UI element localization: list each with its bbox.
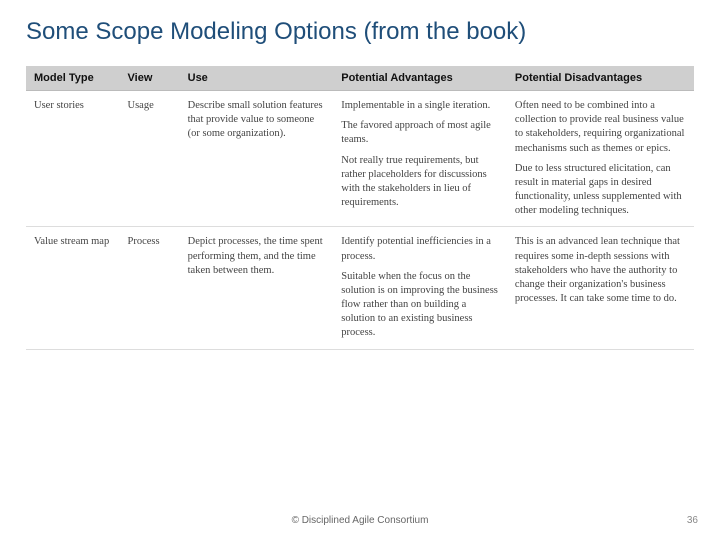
page-title: Some Scope Modeling Options (from the bo… — [26, 18, 694, 46]
page-number: 36 — [687, 515, 698, 526]
cell-text: Identify potential inefficiencies in a p… — [341, 235, 499, 263]
cell-text: The favored approach of most agile teams… — [341, 119, 499, 147]
cell-view: Process — [120, 227, 180, 349]
cell-disadvantages: Often need to be combined into a collect… — [507, 91, 694, 227]
cell-text: Often need to be combined into a collect… — [515, 99, 686, 156]
cell-text: Describe small solution features that pr… — [188, 99, 326, 142]
table-row: User stories Usage Describe small soluti… — [26, 91, 694, 227]
cell-advantages: Identify potential inefficiencies in a p… — [333, 227, 507, 349]
col-disadvantages: Potential Disadvantages — [507, 66, 694, 91]
col-model-type: Model Type — [26, 66, 120, 91]
col-view: View — [120, 66, 180, 91]
cell-advantages: Implementable in a single iteration. The… — [333, 91, 507, 227]
cell-text: Suitable when the focus on the solution … — [341, 270, 499, 341]
cell-model-type: Value stream map — [26, 227, 120, 349]
cell-text: Not really true requirements, but rather… — [341, 154, 499, 211]
table-row: Value stream map Process Depict processe… — [26, 227, 694, 349]
cell-use: Describe small solution features that pr… — [180, 91, 334, 227]
cell-model-type: User stories — [26, 91, 120, 227]
col-use: Use — [180, 66, 334, 91]
cell-text: Implementable in a single iteration. — [341, 99, 499, 113]
table-header-row: Model Type View Use Potential Advantages… — [26, 66, 694, 91]
slide: Some Scope Modeling Options (from the bo… — [0, 0, 720, 540]
cell-text: Due to less structured elicitation, can … — [515, 162, 686, 219]
scope-modeling-table: Model Type View Use Potential Advantages… — [26, 66, 694, 350]
cell-use: Depict processes, the time spent perform… — [180, 227, 334, 349]
cell-view: Usage — [120, 91, 180, 227]
cell-text: Depict processes, the time spent perform… — [188, 235, 326, 278]
footer-copyright: © Disciplined Agile Consortium — [0, 515, 720, 526]
cell-disadvantages: This is an advanced lean technique that … — [507, 227, 694, 349]
cell-text: This is an advanced lean technique that … — [515, 235, 686, 306]
col-advantages: Potential Advantages — [333, 66, 507, 91]
